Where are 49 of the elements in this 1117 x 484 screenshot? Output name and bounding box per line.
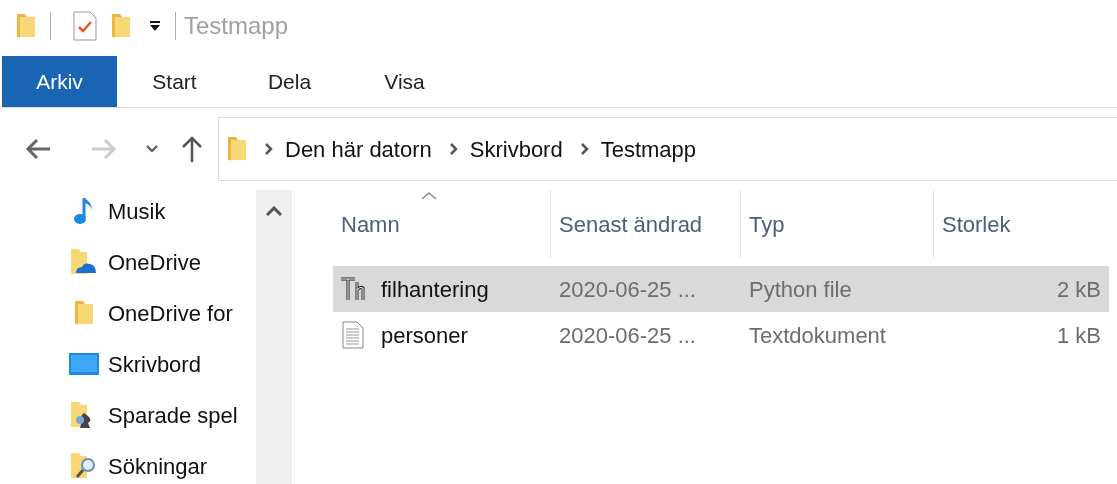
modified-date: 2020-06-25 ... [558, 275, 697, 304]
chevron-right-icon [580, 143, 589, 155]
properties-icon[interactable] [73, 11, 97, 41]
new-folder-icon [111, 12, 131, 40]
chevron-right-icon [265, 143, 273, 155]
sort-up-icon [421, 192, 437, 200]
file-name: personer [381, 321, 468, 350]
column-header[interactable]: Senast ändrad [551, 190, 741, 258]
modified-date: 2020-06-25 ... [558, 321, 697, 350]
sidebar-item[interactable]: Sparade spel [68, 400, 256, 430]
breadcrumb-item[interactable]: Skrivbord [469, 132, 563, 166]
back-arrow-icon[interactable] [24, 137, 52, 161]
ribbon-tab[interactable]: Visa [347, 56, 462, 107]
chevron-right-icon [449, 143, 458, 155]
folder-icon [227, 135, 247, 163]
file-type: Python file [748, 275, 853, 304]
file-row[interactable]: filhantering 2020-06-25 ... Python file 2 kB [333, 266, 1109, 312]
sidebar-item[interactable]: Musik [68, 196, 256, 226]
folder-magnifier-icon [70, 451, 98, 481]
column-header[interactable]: Namn [333, 190, 551, 258]
column-header[interactable]: Storlek [934, 190, 1109, 258]
sidebar-item[interactable]: OneDrive for [68, 298, 256, 328]
column-header[interactable]: Typ [741, 190, 934, 258]
breadcrumb-item[interactable]: Den här datorn [285, 132, 432, 166]
sidebar-item[interactable]: Skrivbord [68, 349, 256, 379]
text-document-icon [342, 321, 364, 349]
file-size: 2 kB [1055, 275, 1102, 304]
scrollbar[interactable] [256, 190, 292, 484]
ribbon-tab[interactable]: Start [117, 56, 232, 107]
file-size: 1 kB [1055, 321, 1102, 350]
monitor-icon [68, 352, 100, 376]
file-type: Textdokument [748, 321, 887, 350]
address-bar[interactable]: Den här datorn Skrivbord Testmapp [218, 117, 1117, 181]
breadcrumb-item[interactable]: Testmapp [600, 132, 697, 166]
dropdown-icon[interactable] [149, 20, 161, 32]
folder-icon [16, 12, 36, 40]
python-file-icon [339, 276, 367, 302]
file-row[interactable]: personer 2020-06-25 ... Textdokument 1 kB [333, 312, 1109, 358]
up-arrow-icon[interactable] [180, 135, 204, 163]
folder-cloud-icon [70, 247, 98, 277]
ribbon-tab[interactable]: Arkiv [2, 56, 117, 107]
ribbon-tab[interactable]: Dela [232, 56, 347, 107]
chevron-down-icon[interactable] [146, 145, 158, 153]
scroll-up-icon[interactable] [266, 206, 282, 216]
file-name: filhantering [381, 275, 489, 304]
sidebar-item[interactable]: OneDrive [68, 247, 256, 277]
folder-icon [74, 299, 94, 327]
window-title: Testmapp [184, 11, 289, 41]
sidebar-item[interactable]: Sökningar [68, 451, 256, 481]
